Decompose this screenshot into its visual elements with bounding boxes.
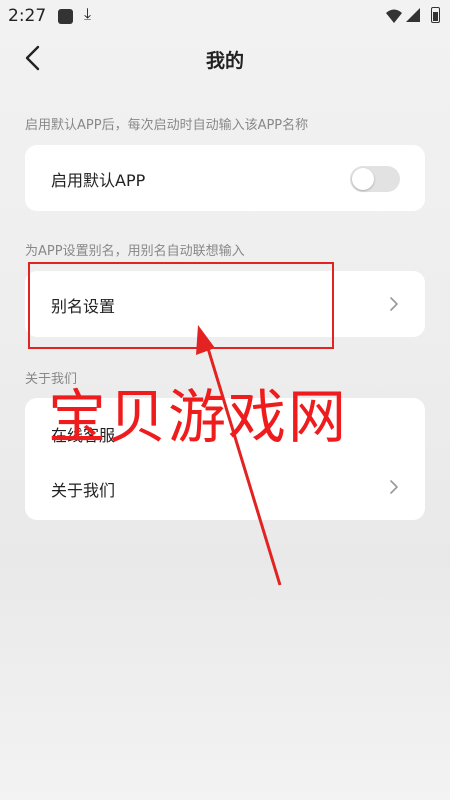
default-app-hint: 启用默认APP后，每次启动时自动输入该APP名称: [25, 118, 309, 133]
status-time: 2:27: [8, 6, 47, 26]
about-hint: 关于我们: [25, 372, 78, 387]
signal-icon: [406, 8, 420, 22]
battery-icon: [431, 7, 440, 23]
default-app-card: 启用默认APP: [25, 145, 425, 211]
alias-hint: 为APP设置别名，用别名自动联想输入: [25, 244, 245, 259]
page-title: 我的: [205, 50, 244, 72]
default-app-toggle[interactable]: [350, 166, 400, 192]
highlight-box: [28, 262, 334, 349]
customer-service-row[interactable]: 在线客服: [25, 398, 425, 459]
default-app-label: 启用默认APP: [51, 171, 146, 190]
header: 我的: [0, 36, 450, 80]
customer-service-label: 在线客服: [51, 426, 116, 445]
chevron-right-icon: [390, 480, 398, 494]
default-app-row: 启用默认APP: [25, 145, 425, 211]
status-bar: 2:27 ⤓: [0, 0, 450, 34]
toggle-knob: [352, 168, 374, 190]
download-icon: ⤓: [84, 4, 92, 23]
chevron-right-icon: [390, 297, 398, 311]
about-card: 在线客服 关于我们: [25, 398, 425, 520]
about-us-row[interactable]: 关于我们: [25, 459, 425, 520]
app-notification-icon: [58, 9, 73, 24]
about-us-label: 关于我们: [51, 481, 116, 500]
wifi-icon: [386, 9, 402, 23]
